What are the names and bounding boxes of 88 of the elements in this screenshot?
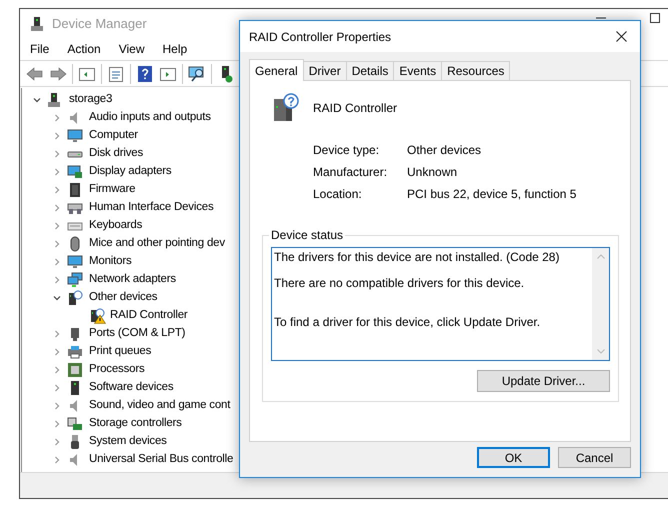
- scroll-bar[interactable]: [592, 248, 609, 360]
- expand-chevron-icon[interactable]: [53, 420, 61, 428]
- tree-item[interactable]: Disk drives: [89, 145, 144, 163]
- menu-item[interactable]: Help: [162, 40, 188, 58]
- collapse-chevron-icon[interactable]: [53, 294, 61, 302]
- expand-chevron-icon[interactable]: [53, 438, 61, 446]
- tree-item[interactable]: Display adapters: [89, 163, 172, 181]
- tab[interactable]: Events: [394, 61, 442, 80]
- tree-item[interactable]: Audio inputs and outputs: [89, 109, 211, 127]
- expand-chevron-icon[interactable]: [53, 240, 61, 248]
- tree-item[interactable]: Processors: [89, 361, 145, 379]
- group-label: Device status: [269, 228, 346, 242]
- expand-chevron-icon[interactable]: [53, 402, 61, 410]
- tab[interactable]: Details: [346, 61, 394, 80]
- tree-item[interactable]: Computer: [89, 127, 138, 145]
- tree-item[interactable]: Network adapters: [89, 271, 176, 289]
- tab[interactable]: Driver: [304, 61, 347, 80]
- tree-item[interactable]: Universal Serial Bus controlle: [89, 451, 234, 469]
- expand-chevron-icon[interactable]: [53, 384, 61, 392]
- maximize-icon[interactable]: [650, 12, 660, 22]
- expand-chevron-icon[interactable]: [53, 348, 61, 356]
- expand-chevron-icon[interactable]: [53, 186, 61, 194]
- back-arrow-icon[interactable]: [26, 64, 44, 82]
- property-value: Other devices: [407, 142, 482, 158]
- properties-icon[interactable]: [107, 64, 125, 82]
- device-name: RAID Controller: [313, 100, 398, 117]
- help-icon[interactable]: [136, 64, 154, 82]
- expand-chevron-icon[interactable]: [53, 150, 61, 158]
- dialog-title: RAID Controller Properties: [249, 28, 392, 46]
- collapse-chevron-icon[interactable]: [33, 96, 41, 104]
- scroll-down-icon[interactable]: [596, 349, 604, 354]
- monitor-icon: [67, 128, 83, 144]
- tree-item[interactable]: Mice and other pointing dev: [89, 235, 225, 253]
- expand-chevron-icon[interactable]: [53, 330, 61, 338]
- expand-chevron-icon[interactable]: [53, 114, 61, 122]
- tab[interactable]: Resources: [442, 61, 510, 80]
- property-label: Device type:: [313, 142, 380, 158]
- tree-item[interactable]: Monitors: [89, 253, 132, 271]
- forward-arrow-icon[interactable]: [49, 64, 67, 82]
- monitor-icon: [67, 254, 83, 270]
- tree-item[interactable]: Keyboards: [89, 217, 142, 235]
- network-icon: [67, 272, 83, 288]
- menu-item[interactable]: Action: [67, 40, 101, 58]
- expand-chevron-icon[interactable]: [53, 204, 61, 212]
- tree-item[interactable]: Other devices: [89, 289, 158, 307]
- display-adapter-icon: [67, 164, 83, 180]
- property-value: Unknown: [407, 164, 458, 180]
- property-label: Manufacturer:: [313, 164, 388, 180]
- expand-chevron-icon[interactable]: [53, 258, 61, 266]
- processor-icon: [67, 362, 83, 378]
- cancel-button[interactable]: Cancel: [558, 447, 631, 468]
- tree-item[interactable]: Sound, video and game cont: [89, 397, 230, 415]
- status-text: To find a driver for this device, click Update Driver.: [274, 315, 542, 330]
- property-value: PCI bus 22, device 5, function 5: [407, 186, 576, 202]
- warning-device-icon: [90, 308, 106, 324]
- computer-icon: [30, 16, 44, 32]
- property-label: Location:: [313, 186, 363, 202]
- monitor-search-icon[interactable]: [188, 64, 206, 82]
- tree-item[interactable]: Print queues: [89, 343, 152, 361]
- tree-item[interactable]: Ports (COM & LPT): [89, 325, 186, 343]
- status-text: The drivers for this device are not installed. (Code 28): [274, 250, 560, 265]
- menu-item[interactable]: File: [30, 40, 50, 58]
- tree-item[interactable]: RAID Controller: [110, 307, 188, 325]
- close-icon[interactable]: [616, 31, 627, 42]
- expand-chevron-icon[interactable]: [53, 276, 61, 284]
- status-text-box[interactable]: The drivers for this device are not installed. (Code 28) There are no compatible drivers for this device. To find a driver for this device, click Update Driver.: [271, 247, 610, 361]
- tree-item[interactable]: System devices: [89, 433, 167, 451]
- ok-button[interactable]: OK: [477, 447, 550, 468]
- status-text: There are no compatible drivers for this device.: [274, 276, 526, 291]
- printer-icon: [67, 344, 83, 360]
- expand-chevron-icon[interactable]: [53, 222, 61, 230]
- tree-item[interactable]: storage3: [69, 91, 112, 109]
- scroll-up-icon[interactable]: [596, 254, 604, 259]
- expand-chevron-icon[interactable]: [53, 132, 61, 140]
- expand-chevron-icon[interactable]: [53, 366, 61, 374]
- storage-controller-icon: [67, 416, 83, 432]
- expand-chevron-icon[interactable]: [53, 168, 61, 176]
- computer-icon: [46, 92, 62, 108]
- expand-chevron-icon[interactable]: [53, 456, 61, 464]
- window-title: Device Manager: [52, 14, 147, 33]
- tree-item[interactable]: Human Interface Devices: [89, 199, 214, 217]
- tree-item[interactable]: Software devices: [89, 379, 174, 397]
- update-driver-button[interactable]: Update Driver...: [477, 370, 610, 392]
- menu-item[interactable]: View: [118, 40, 144, 58]
- tab[interactable]: General: [249, 59, 304, 81]
- tree-item[interactable]: Storage controllers: [89, 415, 182, 433]
- tree-item[interactable]: Firmware: [89, 181, 136, 199]
- chip-icon: [67, 182, 83, 198]
